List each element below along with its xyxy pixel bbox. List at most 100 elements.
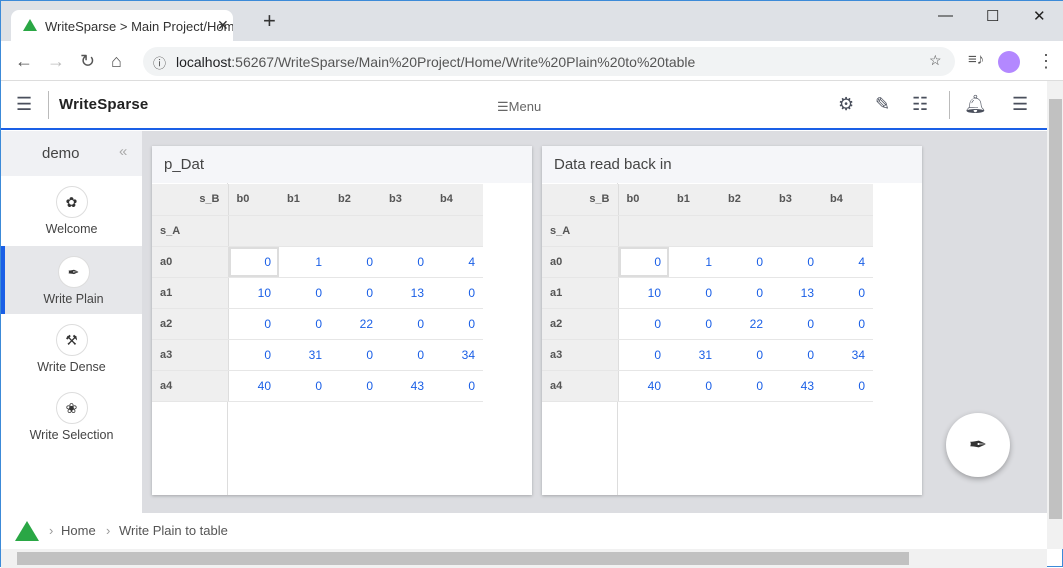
column-header: b0 xyxy=(618,184,669,216)
table-cell[interactable]: 0 xyxy=(720,339,771,371)
table-cell[interactable]: 0 xyxy=(228,339,279,371)
table-panel: Data read back in s_B b0 b1 b2 b3 b4 s_A a0 0 1 0 0 4… xyxy=(542,146,922,495)
table-cell[interactable]: 43 xyxy=(771,370,822,402)
table-cell[interactable]: 1 xyxy=(279,246,330,278)
table-cell[interactable]: 0 xyxy=(279,370,330,402)
table-cell[interactable]: 0 xyxy=(822,277,873,309)
table-cell[interactable]: 0 xyxy=(330,370,381,402)
breadcrumb-home[interactable]: Home xyxy=(61,523,96,538)
url-input[interactable]: ⓘ localhost:56267/WriteSparse/Main%20Pro… xyxy=(143,47,955,76)
table-cell[interactable]: 0 xyxy=(618,246,669,278)
bookmark-star-icon[interactable]: ☆ xyxy=(929,52,942,69)
column-header: b1 xyxy=(279,184,330,216)
new-tab-button[interactable]: + xyxy=(263,10,276,32)
tab-title: WriteSparse > Main Project/Home xyxy=(45,19,233,34)
forward-icon[interactable]: → xyxy=(47,51,65,72)
table-cell[interactable]: 43 xyxy=(381,370,432,402)
info-icon[interactable]: ⓘ xyxy=(153,53,166,72)
home-icon[interactable]: ⌂ xyxy=(111,51,122,72)
sidebar-item-welcome[interactable]: ✿ Welcome xyxy=(1,176,142,244)
table-cell[interactable]: 0 xyxy=(381,246,432,278)
collapse-icon[interactable]: « xyxy=(119,143,127,160)
table-cell[interactable]: 0 xyxy=(381,308,432,340)
table-cell[interactable]: 13 xyxy=(771,277,822,309)
table-cell[interactable]: 1 xyxy=(669,246,720,278)
address-bar-row: ← → ↻ ⌂ ⓘ localhost:56267/WriteSparse/Ma… xyxy=(1,41,1063,81)
table-cell[interactable]: 0 xyxy=(432,277,483,309)
table-cell[interactable]: 0 xyxy=(432,308,483,340)
menu-button[interactable]: ☰Menu xyxy=(497,99,541,115)
browser-tab[interactable]: WriteSparse > Main Project/Home ✕ xyxy=(11,10,233,41)
table-cell[interactable]: 0 xyxy=(279,308,330,340)
table-cell[interactable]: 0 xyxy=(432,370,483,402)
table-cell[interactable]: 0 xyxy=(330,277,381,309)
table-cell[interactable]: 0 xyxy=(822,308,873,340)
table-cell[interactable]: 0 xyxy=(228,308,279,340)
horizontal-scrollbar[interactable] xyxy=(1,549,1047,568)
table-cell[interactable]: 31 xyxy=(279,339,330,371)
table-cell[interactable]: 4 xyxy=(822,246,873,278)
vertical-scrollbar[interactable] xyxy=(1047,81,1063,549)
table-cell[interactable]: 0 xyxy=(330,246,381,278)
data-table: s_B b0 b1 b2 b3 b4 s_A a0 0 1 0 0 4 a1 10 0 0 13 0 a2 0 0 22 0 0… xyxy=(152,184,483,402)
sidebar-item-write-selection[interactable]: ❀ Write Selection xyxy=(1,382,142,450)
table-cell[interactable]: 0 xyxy=(228,246,279,278)
sliders-icon[interactable]: ☰ xyxy=(1012,94,1028,115)
table-row: a4 40 0 0 43 0 xyxy=(152,370,483,402)
table-cell[interactable]: 0 xyxy=(669,308,720,340)
table-cell[interactable]: 0 xyxy=(669,370,720,402)
more-menu-icon[interactable]: ⋮ xyxy=(1037,51,1055,72)
data-table: s_B b0 b1 b2 b3 b4 s_A a0 0 1 0 0 4 a1 10 0 0 13 0 a2 0 0 22 0 0… xyxy=(542,184,873,402)
reload-icon[interactable]: ↻ xyxy=(80,51,95,72)
scrollbar-thumb[interactable] xyxy=(1049,99,1062,519)
table-cell[interactable]: 0 xyxy=(618,339,669,371)
table-cell[interactable]: 0 xyxy=(771,308,822,340)
profile-avatar[interactable] xyxy=(998,51,1020,73)
table-cell[interactable]: 0 xyxy=(330,339,381,371)
minimize-button[interactable]: — xyxy=(938,7,953,24)
table-cell[interactable]: 40 xyxy=(618,370,669,402)
table-row: a1 10 0 0 13 0 xyxy=(152,277,483,309)
sidebar-item-write-dense[interactable]: ⚒ Write Dense xyxy=(1,314,142,382)
close-tab-icon[interactable]: ✕ xyxy=(217,17,229,34)
table-cell[interactable]: 40 xyxy=(228,370,279,402)
maximize-button[interactable]: ☐ xyxy=(986,7,999,25)
menu-icon: ☰ xyxy=(497,99,509,114)
table-cell[interactable]: 34 xyxy=(432,339,483,371)
table-cell[interactable]: 34 xyxy=(822,339,873,371)
table-row: a1 10 0 0 13 0 xyxy=(542,277,873,309)
close-window-button[interactable]: ✕ xyxy=(1033,7,1046,25)
scrollbar-thumb[interactable] xyxy=(17,552,909,565)
hammer-icon: ⚒ xyxy=(55,324,88,356)
media-queue-icon[interactable]: ≡♪ xyxy=(968,51,984,68)
table-cell[interactable]: 0 xyxy=(720,246,771,278)
hamburger-icon[interactable]: ☰ xyxy=(16,94,32,115)
write-fab-button[interactable]: ✒ xyxy=(946,413,1010,477)
table-cell[interactable]: 0 xyxy=(618,308,669,340)
table-cell[interactable]: 0 xyxy=(720,370,771,402)
table-cell[interactable]: 0 xyxy=(771,339,822,371)
table-cell[interactable]: 0 xyxy=(279,277,330,309)
table-cell[interactable]: 10 xyxy=(228,277,279,309)
back-icon[interactable]: ← xyxy=(15,51,33,72)
table-cell[interactable]: 22 xyxy=(330,308,381,340)
table-cell[interactable]: 10 xyxy=(618,277,669,309)
pen-nib-icon: ✒ xyxy=(57,256,90,288)
table-cell[interactable]: 31 xyxy=(669,339,720,371)
table-row: a3 0 31 0 0 34 xyxy=(542,339,873,371)
table-cell[interactable]: 4 xyxy=(432,246,483,278)
table-cell[interactable]: 0 xyxy=(771,246,822,278)
table-cell[interactable]: 0 xyxy=(720,277,771,309)
table-cell[interactable]: 0 xyxy=(669,277,720,309)
table-cell[interactable]: 13 xyxy=(381,277,432,309)
sidebar: demo « ✿ Welcome ✒ Write Plain ⚒ Write Dense… xyxy=(1,131,142,513)
gear-icon[interactable]: ⚙ xyxy=(838,94,854,115)
table-cell[interactable]: 0 xyxy=(381,339,432,371)
pencil-icon[interactable]: ✎ xyxy=(875,94,890,115)
divider xyxy=(949,91,950,119)
sidebar-item-write-plain[interactable]: ✒ Write Plain xyxy=(1,246,142,314)
bell-icon[interactable]: 🔔︎ xyxy=(964,94,987,115)
list-icon[interactable]: ☷ xyxy=(912,94,928,115)
table-cell[interactable]: 22 xyxy=(720,308,771,340)
table-cell[interactable]: 0 xyxy=(822,370,873,402)
